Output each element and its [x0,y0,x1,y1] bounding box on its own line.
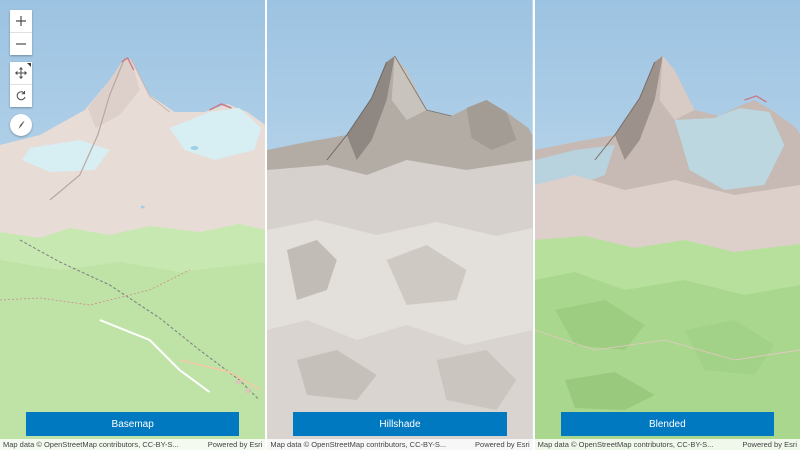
zoom-controls [10,10,32,55]
basemap-panel[interactable]: Basemap Map data © OpenStreetMap contrib… [0,0,266,450]
powered-by-link[interactable]: Powered by Esri [742,440,797,449]
compass-icon [18,121,25,129]
hillshade-button[interactable]: Hillshade [293,412,507,436]
blended-scene[interactable] [534,0,800,450]
attribution-bar: Map data © OpenStreetMap contributors, C… [0,439,266,450]
attribution-text[interactable]: Map data © OpenStreetMap contributors, C… [270,440,446,449]
compass-button[interactable] [10,114,32,136]
navigation-mode-controls [10,62,32,107]
zoom-out-icon [16,43,26,45]
rotate-button[interactable] [10,84,32,107]
blended-button[interactable]: Blended [560,412,774,436]
pan-icon [15,67,27,79]
hillshade-panel[interactable]: Hillshade Map data © OpenStreetMap contr… [267,0,533,450]
attribution-bar: Map data © OpenStreetMap contributors, C… [534,439,800,450]
powered-by-link[interactable]: Powered by Esri [475,440,530,449]
blended-panel[interactable]: Blended Map data © OpenStreetMap contrib… [534,0,800,450]
zoom-in-icon [16,16,26,26]
map-viewer: Basemap Map data © OpenStreetMap contrib… [0,0,800,450]
hillshade-scene[interactable] [267,0,533,450]
active-indicator [27,63,31,67]
attribution-text[interactable]: Map data © OpenStreetMap contributors, C… [538,440,714,449]
pan-button[interactable] [10,62,32,84]
zoom-in-button[interactable] [10,10,32,32]
basemap-scene[interactable] [0,0,266,450]
basemap-button[interactable]: Basemap [26,412,240,436]
powered-by-link[interactable]: Powered by Esri [208,440,263,449]
attribution-text[interactable]: Map data © OpenStreetMap contributors, C… [3,440,179,449]
zoom-out-button[interactable] [10,32,32,55]
rotate-icon [16,91,26,101]
attribution-bar: Map data © OpenStreetMap contributors, C… [267,439,533,450]
